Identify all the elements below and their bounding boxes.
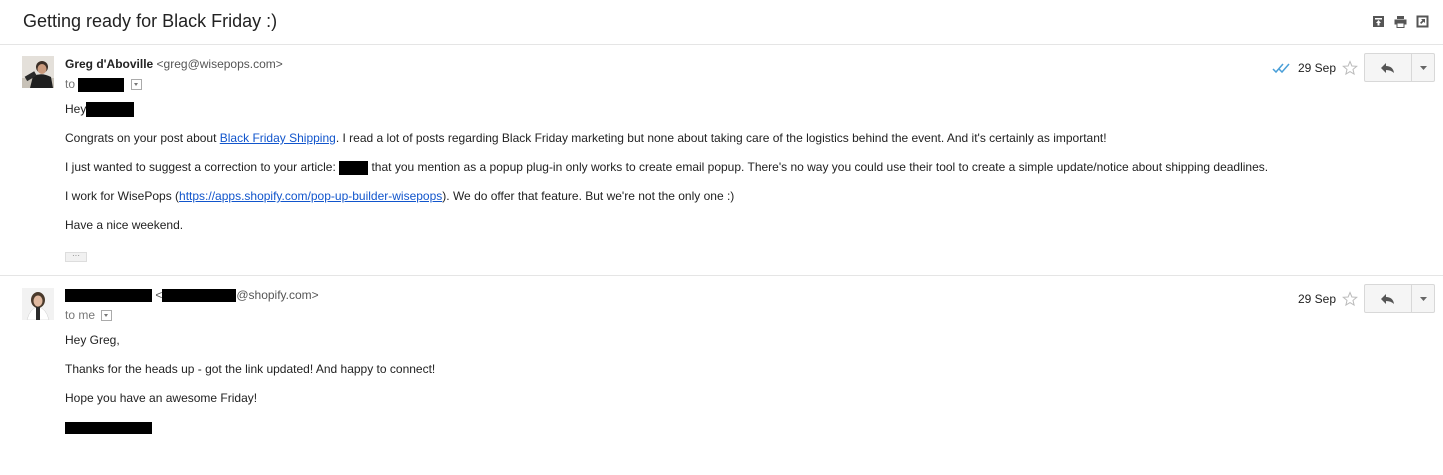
redacted-plugin-name	[339, 160, 369, 175]
body-greeting: Hey	[65, 102, 1268, 131]
recipient-details-dropdown[interactable]	[130, 79, 142, 91]
avatar[interactable]	[22, 288, 54, 321]
star-icon[interactable]	[1342, 59, 1358, 76]
to-label: to	[65, 77, 76, 91]
redacted-recipient	[78, 77, 125, 92]
to-label: to me	[65, 308, 96, 322]
message-meta: 29 Sep	[1298, 284, 1435, 313]
message-date: 29 Sep	[1297, 291, 1336, 306]
message-1: Greg d'Aboville <greg@wisepops.com> to 2…	[0, 45, 1443, 276]
body-paragraph: Hey Greg,	[65, 333, 120, 347]
message-2: < @shopify.com> to me 29 Sep Hey Greg, Th…	[0, 276, 1443, 475]
body-paragraph: I work for WisePops (https://apps.shopif…	[65, 189, 735, 203]
reply-arrow-icon	[1381, 293, 1394, 304]
sender-email-domain: @shopify.com>	[236, 288, 319, 302]
chevron-down-icon	[1419, 65, 1427, 70]
sender: Greg d'Aboville <greg@wisepops.com>	[65, 57, 283, 71]
reply-button[interactable]	[1364, 53, 1412, 82]
recipients-line: to me	[65, 308, 113, 322]
message-body: Hey Greg, Thanks for the heads up - got …	[65, 333, 435, 449]
more-actions-button[interactable]	[1412, 53, 1435, 82]
subject-bar: Getting ready for Black Friday :)	[0, 0, 1443, 45]
sender-email: <greg@wisepops.com>	[156, 57, 283, 71]
body-paragraph: Congrats on your post about Black Friday…	[65, 131, 1107, 145]
sender: < @shopify.com>	[65, 288, 319, 303]
signature	[65, 420, 435, 449]
avatar[interactable]	[22, 56, 54, 88]
trimmed-content-row: ···	[65, 247, 1268, 276]
message-body: Hey Congrats on your post about Black Fr…	[65, 102, 1268, 276]
message-date: 29 Sep	[1297, 60, 1336, 75]
thread-subject: Getting ready for Black Friday :)	[23, 11, 278, 31]
sender-name[interactable]: Greg d'Aboville	[65, 57, 153, 71]
message-meta: 29 Sep	[1272, 53, 1435, 82]
redacted-email-user	[162, 289, 237, 303]
new-window-icon[interactable]	[1416, 15, 1429, 28]
recipients-line: to	[65, 77, 142, 92]
show-trimmed-content-button[interactable]: ···	[65, 252, 87, 262]
body-paragraph: Thanks for the heads up - got the link u…	[65, 362, 436, 376]
body-paragraph: Have a nice weekend.	[65, 218, 184, 232]
black-friday-shipping-link[interactable]: Black Friday Shipping	[220, 131, 336, 145]
redacted-signature	[65, 421, 152, 434]
body-paragraph: Hope you have an awesome Friday!	[65, 391, 258, 405]
double-check-icon	[1272, 63, 1290, 73]
reply-button[interactable]	[1364, 284, 1412, 313]
wisepops-app-link[interactable]: https://apps.shopify.com/pop-up-builder-…	[179, 189, 442, 203]
recipient-details-dropdown[interactable]	[101, 310, 113, 322]
redacted-name	[86, 102, 135, 118]
star-icon[interactable]	[1342, 290, 1358, 307]
thread-toolbar	[1372, 15, 1429, 28]
body-paragraph: I just wanted to suggest a correction to…	[65, 160, 1269, 175]
more-actions-button[interactable]	[1412, 284, 1435, 313]
archive-icon[interactable]	[1372, 15, 1385, 28]
chevron-down-icon	[1419, 296, 1427, 301]
print-icon[interactable]	[1394, 15, 1407, 28]
redacted-sender-name	[65, 289, 152, 303]
reply-arrow-icon	[1381, 62, 1394, 73]
email-open-bracket: <	[152, 288, 163, 302]
